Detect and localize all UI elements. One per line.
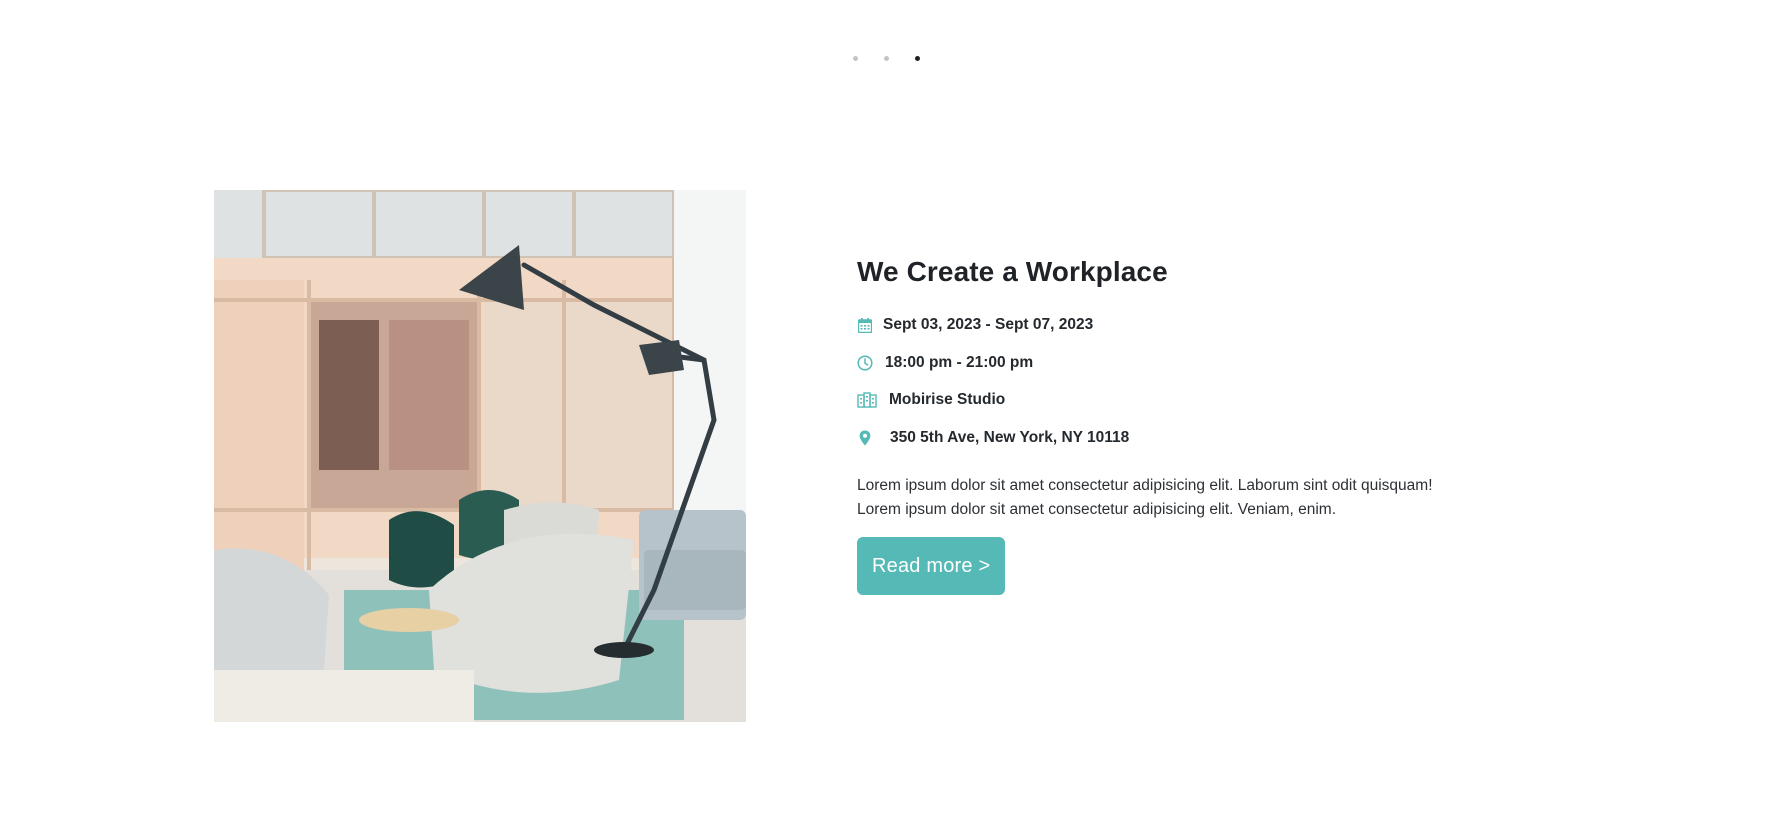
carousel-indicators [0,56,1773,61]
carousel-dot-2[interactable] [884,56,889,61]
event-slide: We Create a Workplace Sept 03, 2023 - Se… [0,0,1773,822]
calendar-icon [857,317,873,333]
event-date-row: Sept 03, 2023 - Sept 07, 2023 [857,315,1537,335]
workplace-photo [214,190,746,722]
event-details: We Create a Workplace Sept 03, 2023 - Se… [857,254,1537,595]
description-line-1: Lorem ipsum dolor sit amet consectetur a… [857,476,1433,494]
event-address: 350 5th Ave, New York, NY 10118 [890,428,1130,446]
map-pin-icon [857,430,873,446]
event-address-row: 350 5th Ave, New York, NY 10118 [857,428,1537,448]
event-date: Sept 03, 2023 - Sept 07, 2023 [883,316,1094,333]
event-description: Lorem ipsum dolor sit amet consectetur a… [857,474,1497,522]
event-time: 18:00 pm - 21:00 pm [885,353,1034,371]
building-icon [857,392,877,408]
event-venue: Mobirise Studio [889,391,1006,408]
event-time-row: 18:00 pm - 21:00 pm [857,353,1537,373]
read-more-button[interactable]: Read more > [857,536,1006,595]
event-title: We Create a Workplace [857,256,1168,287]
carousel-dot-3[interactable] [915,56,920,61]
clock-icon [857,354,873,371]
workplace-illustration [214,190,746,722]
description-line-2: Lorem ipsum dolor sit amet consectetur a… [857,500,1336,518]
event-venue-row: Mobirise Studio [857,390,1537,410]
carousel-dot-1[interactable] [853,56,858,61]
